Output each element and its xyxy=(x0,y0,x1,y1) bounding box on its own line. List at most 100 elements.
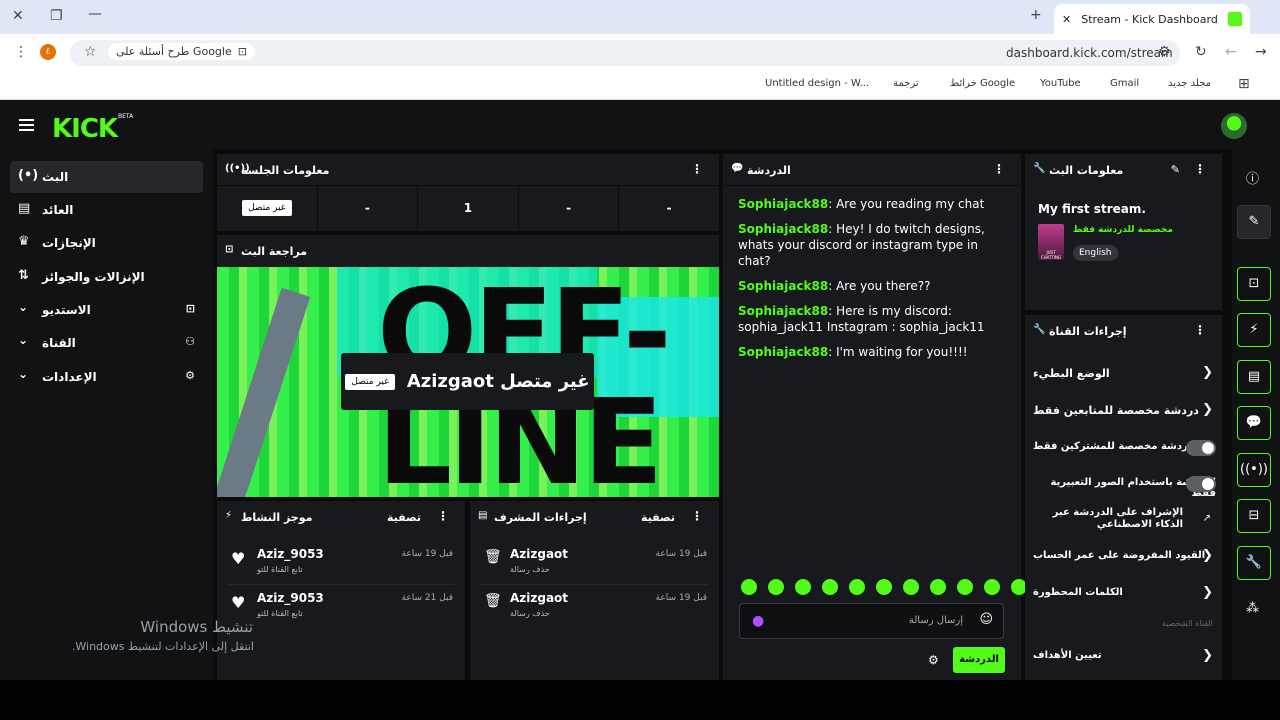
edit-layout-button[interactable]: ✎ xyxy=(1237,205,1271,239)
chat-username[interactable]: Sophiajack88 xyxy=(738,197,828,211)
close-window-icon[interactable]: ✕ xyxy=(12,8,24,24)
sidebar-item-label: الاستديو xyxy=(42,303,91,317)
sidebar-item-channel[interactable]: ⌄ القناة ⚇ xyxy=(10,327,203,359)
browser-tab[interactable]: ✕ Stream - Kick Dashboard xyxy=(1054,4,1250,34)
rail-layout-button[interactable]: ⊟ xyxy=(1237,499,1271,533)
category-label[interactable]: مخصصة للدردشة فقط xyxy=(1073,225,1173,235)
sidebar-item-label: القناة xyxy=(42,336,76,350)
ai-moderation-row[interactable]: الإشراف على الدردشة عبر الذكاء الاصطناعي… xyxy=(1033,507,1213,535)
chevron-down-icon: ⌄ xyxy=(18,333,29,347)
emote-icon[interactable] xyxy=(822,579,838,595)
kick-logo[interactable]: KICK xyxy=(52,114,118,144)
emoji-picker-icon[interactable]: ☺ xyxy=(979,612,993,627)
chat-settings-icon[interactable]: ⚙ xyxy=(928,653,939,667)
restore-window-icon[interactable]: ❐ xyxy=(50,8,63,24)
extension-icon[interactable]: ٤ xyxy=(40,44,56,60)
emote-icon[interactable] xyxy=(768,579,784,595)
emote-only-row: الدردشة باستخدام الصور التعبيرية فقط xyxy=(1033,475,1216,499)
bookmark-item[interactable]: YouTube xyxy=(1040,78,1081,89)
rail-preview-button[interactable]: ⊡ xyxy=(1237,267,1271,301)
emote-icon[interactable] xyxy=(984,579,1000,595)
emote-icon[interactable] xyxy=(903,579,919,595)
action-label: الإشراف على الدردشة عبر الذكاء الاصطناعي xyxy=(1052,507,1183,530)
google-lens-label: طرح أسئلة على Google xyxy=(116,45,232,58)
filter-button[interactable]: تصفية xyxy=(641,511,675,524)
kebab-icon[interactable]: ⋮ xyxy=(1194,323,1206,337)
avatar[interactable] xyxy=(1221,113,1247,139)
chat-username[interactable]: Sophiajack88 xyxy=(738,304,828,318)
list-item: ♥ Aziz_9053 تابع القناة للتو قبل 21 ساعة xyxy=(227,585,455,629)
bookmark-item[interactable]: خرائط Google xyxy=(950,78,1015,89)
reload-icon[interactable]: ↻ xyxy=(1195,44,1207,60)
rail-document-button[interactable]: ▤ xyxy=(1237,360,1271,394)
activity-feed-panel: ⚡ موجز النشاط تصفية ⋮ ♥ Aziz_9053 تابع ا… xyxy=(217,501,465,680)
chat-input[interactable]: ● إرسال رسالة ☺ xyxy=(739,603,1004,639)
google-lens-chip[interactable]: طرح أسئلة على Google ⊡ xyxy=(108,43,255,60)
rail-activity-button[interactable]: ⚡ xyxy=(1237,313,1271,347)
sidebar-item-settings[interactable]: ⌄ الإعدادات ⚙ xyxy=(10,361,203,393)
chat-message: Sophiajack88: Are you there?? xyxy=(738,278,1008,294)
emote-icon[interactable] xyxy=(957,579,973,595)
back-icon[interactable]: → xyxy=(1255,44,1267,60)
edit-pencil-icon[interactable]: ✎ xyxy=(1171,163,1180,176)
emote-icon[interactable] xyxy=(876,579,892,595)
session-stats: غير متصل - 1 - - xyxy=(217,186,719,230)
panel-header: 🔧 معلومات البث ✎ ⋮ xyxy=(1025,154,1222,186)
lens-icon: ⊡ xyxy=(237,45,247,58)
sidebar-item-stream[interactable]: (•) البث xyxy=(10,161,203,193)
bookmark-item[interactable]: Gmail xyxy=(1110,78,1139,89)
menu-kebab-icon[interactable]: ⋮ xyxy=(14,44,28,60)
new-tab-icon[interactable]: + xyxy=(1030,7,1042,23)
emote-icon[interactable] xyxy=(741,579,757,595)
bookmark-item[interactable]: مجلد جديد xyxy=(1168,78,1211,89)
sidebar-item-revenue[interactable]: ▤ العائد xyxy=(10,194,203,226)
chat-username[interactable]: Sophiajack88 xyxy=(738,345,828,359)
followers-only-row[interactable]: دردشة مخصصة للمتابعين فقط ❯ xyxy=(1033,402,1213,420)
site-settings-icon[interactable]: ⚙ xyxy=(1158,44,1171,60)
users-icon: ⚇ xyxy=(185,335,195,348)
chat-username[interactable]: Sophiajack88 xyxy=(738,222,828,236)
emote-icon[interactable] xyxy=(849,579,865,595)
minimize-window-icon[interactable]: — xyxy=(88,6,102,22)
sidebar-item-achievements[interactable]: ♛ الإنجازات xyxy=(10,227,203,259)
slow-mode-row[interactable]: الوضع البطيء ❯ xyxy=(1033,365,1213,383)
emote-icon[interactable] xyxy=(930,579,946,595)
activity-time: قبل 19 ساعة xyxy=(401,549,454,559)
kebab-icon[interactable]: ⋮ xyxy=(691,509,703,523)
sidebar-item-drops[interactable]: ⇅ الإنزالات والجوائز xyxy=(10,261,203,293)
forward-icon[interactable]: ← xyxy=(1225,44,1237,60)
kebab-icon[interactable]: ⋮ xyxy=(691,162,703,176)
kebab-icon[interactable]: ⋮ xyxy=(993,162,1005,176)
chat-text: : Are you reading my chat xyxy=(828,197,985,211)
bookmark-star-icon[interactable]: ☆ xyxy=(84,44,97,60)
microphone-icon[interactable]: ● xyxy=(752,613,764,629)
panel-header: 💬 الدردشة ⋮ xyxy=(723,154,1021,186)
account-age-row[interactable]: القيود المفروضة على عمر الحساب ❯ xyxy=(1033,548,1213,566)
set-goals-row[interactable]: تعيين الأهداف ❯ xyxy=(1033,648,1213,666)
rail-broadcast-button[interactable]: ((•)) xyxy=(1237,453,1271,487)
mod-action-time: قبل 19 ساعة xyxy=(655,593,708,603)
info-icon[interactable]: ⓘ xyxy=(1246,168,1259,187)
list-item: 🗑 Azizgaot حذف رسالة قبل 19 ساعة xyxy=(480,585,709,629)
rail-wrench-button[interactable]: 🔧 xyxy=(1237,546,1271,580)
chat-username[interactable]: Sophiajack88 xyxy=(738,279,828,293)
subscribers-only-toggle[interactable] xyxy=(1186,440,1216,456)
rail-chat-button[interactable]: 💬 xyxy=(1237,406,1271,440)
chevron-right-icon: ❯ xyxy=(1202,548,1213,563)
activity-user: Aziz_9053 xyxy=(257,547,324,561)
bookmarks-grid-icon[interactable]: ⊞ xyxy=(1238,76,1250,92)
bookmark-item[interactable]: ترجمة xyxy=(893,78,919,89)
hamburger-menu-icon[interactable] xyxy=(19,119,34,131)
emote-only-toggle[interactable] xyxy=(1186,476,1216,492)
kebab-icon[interactable]: ⋮ xyxy=(1194,162,1206,176)
kebab-icon[interactable]: ⋮ xyxy=(437,509,449,523)
emote-icon[interactable] xyxy=(795,579,811,595)
banned-words-row[interactable]: الكلمات المحظورة ❯ xyxy=(1033,585,1213,603)
send-chat-button[interactable]: الدردشة xyxy=(953,647,1005,673)
url-text[interactable]: dashboard.kick.com/stream xyxy=(1006,46,1173,60)
tab-close-icon[interactable]: ✕ xyxy=(1062,13,1071,26)
sidebar-item-studio[interactable]: ⌄ الاستديو ⊡ xyxy=(10,294,203,326)
filter-button[interactable]: تصفية xyxy=(387,511,421,524)
integrations-icon[interactable]: ⁂ xyxy=(1246,601,1259,616)
bookmark-item[interactable]: Untitled design - W... xyxy=(765,78,869,89)
